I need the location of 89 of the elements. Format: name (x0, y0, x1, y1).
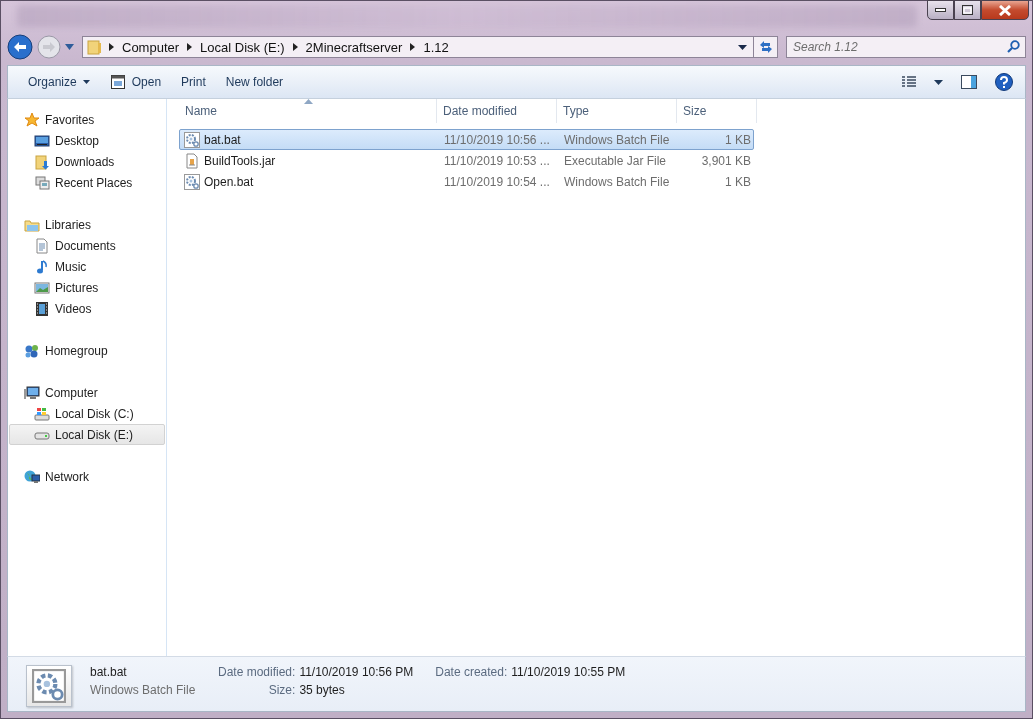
close-button[interactable] (981, 0, 1029, 20)
sidebar-item[interactable]: Documents (9, 235, 165, 256)
address-bar[interactable]: Computer Local Disk (E:) 2Minecraftserver 1.12 (82, 36, 778, 58)
file-row[interactable]: BuildTools.jar 11/10/2019 10:53 ... Executable Jar File 3,901 KB (179, 150, 754, 171)
view-options-button[interactable] (900, 74, 918, 90)
homegroup-icon (24, 342, 40, 359)
sidebar-item[interactable]: Pictures (9, 277, 165, 298)
sidebar-item[interactable]: Network (9, 466, 165, 487)
list-view-icon (902, 76, 916, 88)
table-cell-text: Windows Batch File (563, 132, 671, 147)
breadcrumb[interactable]: Local Disk (E:) (198, 39, 287, 55)
table-cell-text: 1 KB (724, 174, 752, 189)
folder-icon (87, 39, 103, 55)
breadcrumb[interactable]: 2Minecraftserver (303, 39, 405, 55)
gear-icon (184, 131, 200, 148)
chevron-icon (410, 43, 416, 51)
help-button[interactable] (993, 71, 1015, 93)
table-cell-text: Executable Jar File (563, 153, 668, 168)
file-row[interactable]: bat.bat 11/10/2019 10:56 ... Windows Batch File 1 KB (179, 129, 754, 150)
sidebar-item[interactable]: Computer (9, 382, 165, 403)
refresh-icon (758, 40, 773, 54)
sidebar-item[interactable]: Recent Places (9, 172, 165, 193)
sidebar-item[interactable]: Videos (9, 298, 165, 319)
sidebar-item[interactable]: Libraries (9, 214, 165, 235)
organize-menu[interactable]: Organize (20, 70, 98, 94)
caret-icon (934, 79, 943, 85)
sidebar-item[interactable]: Downloads (9, 151, 165, 172)
toolbar-button[interactable]: Print (173, 70, 214, 94)
globe-icon (24, 468, 40, 485)
music-note-icon (34, 258, 50, 275)
property-value: 11/10/2019 10:55 PM (511, 665, 626, 679)
search-icon (1007, 40, 1020, 53)
toolbar-button[interactable]: Open (101, 70, 170, 94)
table-cell-text: 3,901 KB (700, 153, 752, 168)
caret-icon (82, 80, 90, 84)
document-icon (34, 237, 50, 254)
toolbar-button[interactable]: New folder (217, 70, 292, 94)
file-name: BuildTools.jar (204, 153, 276, 168)
sidebar-item[interactable]: Favorites (9, 109, 165, 130)
file-name: bat.bat (90, 665, 128, 679)
file-type: Windows Batch File (90, 683, 197, 697)
breadcrumb[interactable]: Computer (120, 39, 182, 55)
preview-pane-icon (961, 75, 977, 89)
sidebar-item[interactable]: Desktop (9, 130, 165, 151)
table-cell-text: 1 KB (724, 132, 752, 147)
caret-icon (738, 44, 747, 50)
history-dropdown[interactable] (65, 44, 74, 50)
maximize-icon (962, 5, 973, 15)
folder-icon (34, 153, 50, 170)
breadcrumb[interactable]: 1.12 (421, 39, 451, 55)
preview-pane-button[interactable] (959, 73, 979, 91)
property-value: 35 bytes (299, 683, 346, 697)
view-dropdown[interactable] (932, 77, 945, 87)
help-icon (995, 73, 1013, 91)
property-label: Date created: (435, 665, 508, 679)
close-icon (998, 4, 1012, 16)
file-name: Open.bat (204, 174, 254, 189)
picture-icon (34, 279, 50, 296)
sidebar-item[interactable]: Homegroup (9, 340, 165, 361)
property-value: 11/10/2019 10:56 PM (299, 665, 414, 679)
file-name: bat.bat (204, 132, 241, 147)
search-field[interactable]: Search 1.12 (786, 36, 1026, 58)
star-icon (24, 111, 40, 128)
property-label: Size: (267, 683, 296, 697)
file-row[interactable]: Open.bat 11/10/2019 10:54 ... Windows Batch File 1 KB (179, 171, 754, 192)
minimize-icon (935, 8, 946, 12)
chevron-icon (292, 43, 298, 51)
table-cell-text: 11/10/2019 10:53 ... (443, 153, 551, 168)
caret-icon (65, 44, 74, 50)
gear-icon (184, 173, 200, 190)
film-icon (34, 300, 50, 317)
maximize-button[interactable] (954, 0, 981, 20)
table-cell-text: 11/10/2019 10:54 ... (443, 174, 551, 189)
table-cell-text: Windows Batch File (563, 174, 671, 189)
monitor-icon (34, 132, 50, 149)
drive-icon (34, 405, 50, 422)
minimize-button[interactable] (927, 0, 954, 20)
sidebar-item[interactable]: Music (9, 256, 165, 277)
sidebar-item[interactable]: Local Disk (C:) (9, 403, 165, 424)
sidebar-item[interactable]: Local Disk (E:) (9, 424, 165, 445)
window-icon (109, 74, 126, 90)
property-label: Date modified: (218, 665, 296, 679)
document-icon (184, 152, 200, 169)
table-cell-text: 11/10/2019 10:56 ... (443, 132, 551, 147)
gear-icon (32, 669, 66, 703)
sort-arrow-icon (303, 99, 313, 104)
chevron-icon (109, 43, 114, 51)
chevron-icon (187, 43, 193, 51)
back-button[interactable] (7, 34, 33, 60)
